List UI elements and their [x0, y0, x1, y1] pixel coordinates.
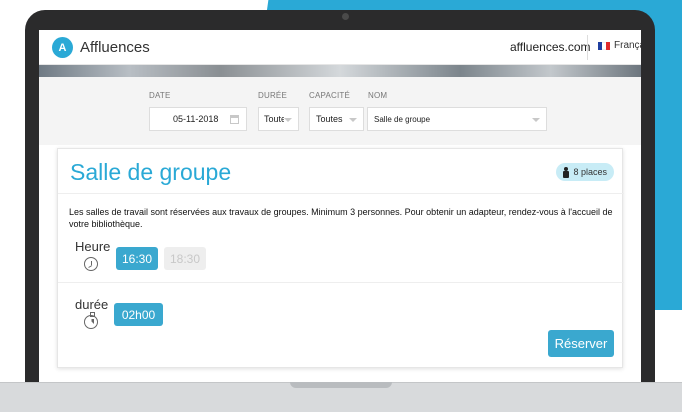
laptop-screen: A Affluences affluences.com Français DAT…: [39, 30, 641, 382]
room-title: Salle de groupe: [70, 159, 232, 185]
affluences-logo-icon[interactable]: A: [52, 37, 73, 58]
header-banner-image: [39, 65, 641, 77]
name-filter-label: NOM: [368, 91, 388, 100]
chevron-down-icon: [349, 118, 357, 122]
brand-name[interactable]: Affluences: [80, 39, 150, 56]
top-bar: A Affluences affluences.com Français: [39, 30, 641, 65]
capacity-badge: 8 places: [556, 163, 614, 181]
calendar-icon: [230, 115, 239, 124]
reserve-button[interactable]: Réserver: [548, 330, 614, 357]
name-select[interactable]: Salle de groupe: [367, 107, 547, 131]
time-slot-1830[interactable]: 18:30: [164, 247, 206, 270]
duration-row-label: durée: [75, 297, 109, 312]
language-selector[interactable]: Français: [614, 40, 641, 51]
name-value: Salle de groupe: [374, 114, 431, 124]
duration-select[interactable]: Toutes: [258, 107, 299, 131]
date-filter-label: DATE: [149, 91, 171, 100]
section-divider: [58, 282, 624, 283]
capacity-select[interactable]: Toutes: [309, 107, 364, 131]
date-value: 05-11-2018: [173, 114, 219, 124]
room-description: Les salles de travail sont réservées aux…: [69, 207, 613, 229]
title-divider: [58, 193, 624, 194]
header-divider: [587, 35, 588, 60]
duration-value: Toutes: [264, 114, 284, 124]
date-field[interactable]: 05-11-2018: [149, 107, 247, 131]
marketing-visual: A Affluences affluences.com Français DAT…: [0, 0, 682, 412]
capacity-value: Toutes: [316, 114, 343, 124]
timer-icon: [84, 312, 98, 329]
duration-slot-0200[interactable]: 02h00: [114, 303, 163, 326]
places-count: 8 places: [573, 167, 607, 177]
filter-bar: DATE 05-11-2018 DURÉE Toutes CAPACITÉ To…: [39, 77, 641, 145]
chevron-down-icon: [284, 118, 292, 122]
capacity-filter-label: CAPACITÉ: [309, 91, 351, 100]
person-icon: [562, 166, 570, 178]
camera-icon: [342, 13, 349, 20]
chevron-down-icon: [532, 118, 540, 122]
time-label: Heure: [75, 239, 111, 254]
flag-red: [606, 42, 610, 50]
time-slot-1630[interactable]: 16:30: [116, 247, 158, 270]
laptop-base-notch: [290, 382, 392, 388]
duration-filter-label: DURÉE: [258, 91, 288, 100]
clock-icon: [84, 257, 98, 271]
site-link[interactable]: affluences.com: [510, 40, 591, 54]
room-card: Salle de groupe 8 places Les salles de t…: [57, 148, 624, 368]
flag-fr-icon[interactable]: [598, 42, 610, 50]
